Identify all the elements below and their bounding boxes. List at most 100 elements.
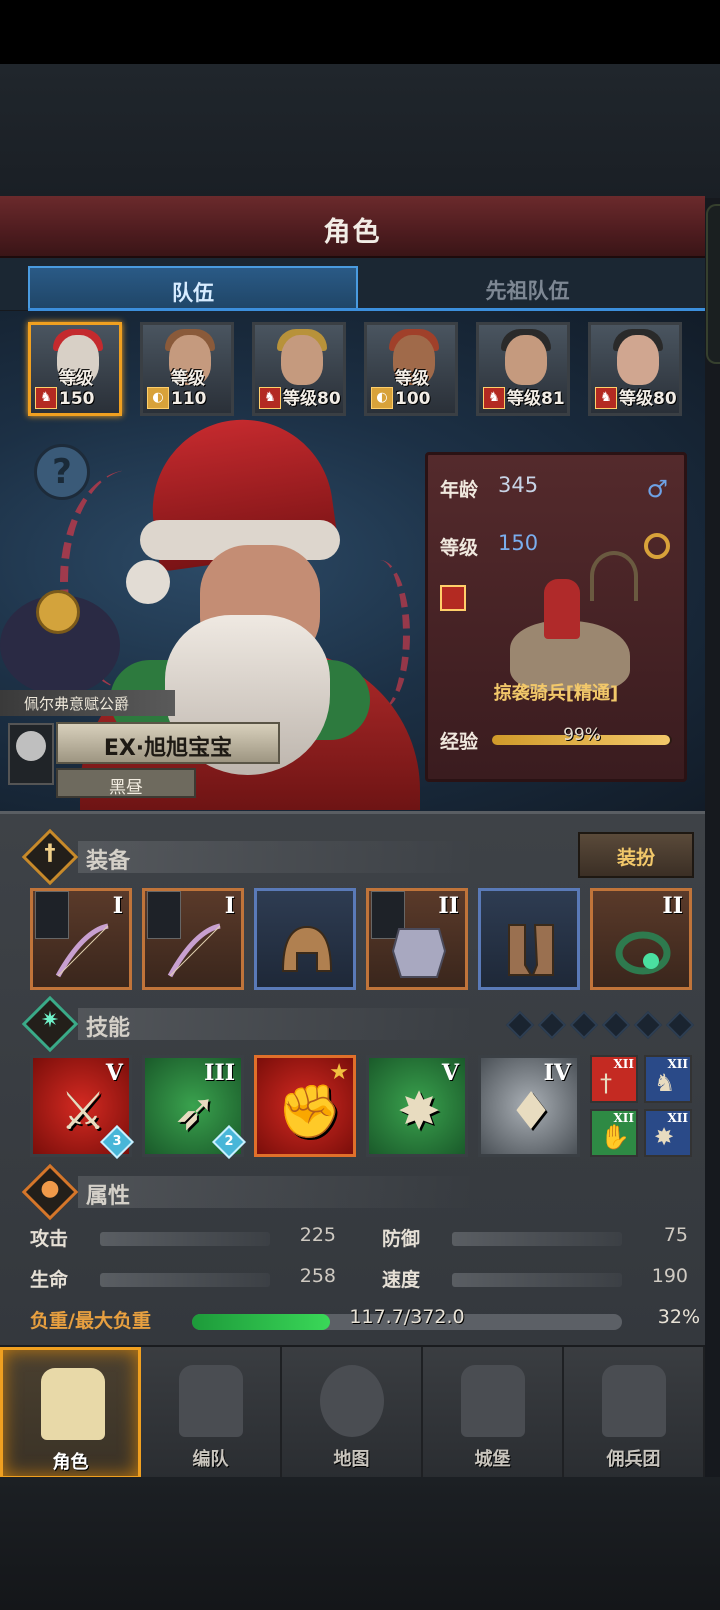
cavalry-class-icon: ♞	[259, 387, 281, 409]
party-member-3[interactable]: ♞ 等级80	[252, 322, 346, 416]
title-bar: 角色	[0, 196, 705, 258]
passive-tier: XII	[613, 1057, 634, 1071]
party-member-4[interactable]: ◐ 等级100	[364, 322, 458, 416]
equip-slot-weapon-2[interactable]: I	[142, 888, 244, 990]
passive-skill-3[interactable]: ✋ XII	[590, 1109, 638, 1157]
skill-slot-1[interactable]: ⚔ V 3	[30, 1055, 134, 1159]
equip-slot-boots[interactable]	[478, 888, 580, 990]
header-band	[78, 841, 478, 873]
party-member-level: 等级80	[283, 389, 341, 409]
stat-bar	[100, 1232, 270, 1246]
nav-label: 编队	[192, 1449, 229, 1470]
skill-slot-2[interactable]: ➶ III 2	[142, 1055, 246, 1159]
skill-slot-3[interactable]: ✊ ★	[254, 1055, 356, 1157]
header-band	[78, 1176, 478, 1208]
tab-team[interactable]: 队伍	[28, 266, 358, 310]
party-portraits: ♞ 等级150 ◐ 等级110 ♞ 等级80 ◐ 等级100 ♞ 等级81 ♞ …	[28, 322, 698, 416]
side-drawer-tab[interactable]	[706, 204, 720, 364]
shield-class-icon: ◐	[371, 387, 393, 409]
party-member-2[interactable]: ◐ 等级110	[140, 322, 234, 416]
tab-ancestor-team[interactable]: 先祖队伍	[360, 266, 695, 310]
face	[281, 335, 323, 385]
guild-banner-icon	[8, 723, 54, 785]
compass-map-icon	[320, 1365, 384, 1437]
armor-icon	[391, 928, 447, 978]
cavalry-class-icon	[440, 585, 466, 611]
sword-icon: †	[600, 1069, 612, 1097]
stat-label: 生命	[30, 1269, 69, 1291]
nav-mercenary[interactable]: 佣兵团	[564, 1347, 705, 1479]
cavalry-class-icon: ♞	[483, 387, 505, 409]
nav-character[interactable]: 角色	[0, 1347, 141, 1479]
nav-formation[interactable]: 编队	[141, 1347, 282, 1479]
rider	[544, 579, 580, 639]
bow-icon	[167, 923, 221, 978]
age-label: 年龄	[440, 479, 479, 501]
skill-tier: V	[441, 1060, 459, 1086]
gem-slot-icon	[665, 1010, 695, 1040]
nav-label: 角色	[52, 1452, 89, 1473]
skills-label: 技能	[86, 1016, 131, 1041]
stat-bar	[452, 1273, 622, 1287]
party-member-5[interactable]: ♞ 等级81	[476, 322, 570, 416]
gem-slot-icon	[569, 1010, 599, 1040]
nav-map[interactable]: 地图	[282, 1347, 423, 1479]
nav-label: 城堡	[474, 1449, 511, 1470]
equip-slot-ring[interactable]: II	[590, 888, 692, 990]
sword-strike-icon: ⚔	[59, 1082, 107, 1142]
cavalry-class-icon: ♞	[595, 387, 617, 409]
face	[505, 335, 547, 385]
passive-skill-1[interactable]: † XII	[590, 1055, 638, 1103]
bow-shot-icon: ➶	[173, 1082, 217, 1142]
party-member-level: 等级150	[59, 369, 95, 409]
castle-icon	[461, 1365, 525, 1437]
star-burst-icon: ✷	[40, 1008, 60, 1033]
skill-level: 3	[112, 1134, 122, 1149]
age-value: 345	[498, 473, 539, 497]
hero-name[interactable]: EX·旭旭宝宝	[56, 722, 280, 764]
xp-value: 99%	[563, 725, 601, 745]
party-member-level: 等级81	[507, 389, 565, 409]
level-label: 等级	[440, 537, 479, 559]
tier-numeral: II	[438, 893, 459, 919]
stat-bar	[100, 1273, 270, 1287]
sword-icon: †	[44, 841, 56, 866]
dress-up-button[interactable]: 装扮	[578, 832, 694, 878]
hero-title: 佩尔弗意赋公爵	[0, 690, 175, 716]
star-icon: ★	[329, 1060, 349, 1085]
equipment-label: 装备	[86, 849, 131, 874]
party-member-level: 等级100	[395, 369, 431, 409]
passive-skill-2[interactable]: ♞ XII	[644, 1055, 692, 1103]
passive-skill-4[interactable]: ✸ XII	[644, 1109, 692, 1157]
nav-castle[interactable]: 城堡	[423, 1347, 564, 1479]
hero-guild[interactable]: 黑昼	[56, 768, 196, 798]
crystal-burst-icon: ✸	[397, 1082, 441, 1142]
unit-name: 掠袭骑兵[精通]	[493, 683, 619, 704]
equip-slot-helmet[interactable]	[254, 888, 356, 990]
horse-icon: ♞	[654, 1069, 676, 1097]
team-tabs: 队伍 先祖队伍	[0, 258, 705, 310]
antler	[590, 551, 638, 601]
knight-icon	[41, 1368, 105, 1440]
stat-label: 速度	[382, 1269, 421, 1291]
male-icon: ♂	[646, 475, 668, 503]
stat-value: 75	[663, 1224, 688, 1246]
cavalry-class-icon: ♞	[35, 387, 57, 409]
face	[617, 335, 659, 385]
party-member-level: 等级80	[619, 389, 677, 409]
skill-slot-5[interactable]: ♦ IV	[478, 1055, 580, 1157]
party-member-6[interactable]: ♞ 等级80	[588, 322, 682, 416]
tier-numeral: I	[224, 893, 235, 919]
load-percent: 32%	[657, 1306, 700, 1328]
party-member-1[interactable]: ♞ 等级150	[28, 322, 122, 416]
equip-slot-armor[interactable]: II	[366, 888, 468, 990]
equip-slot-weapon-1[interactable]: I	[30, 888, 132, 990]
person-icon: ●	[40, 1176, 60, 1201]
passive-tier: XII	[667, 1057, 688, 1071]
skill-slot-4[interactable]: ✸ V	[366, 1055, 468, 1157]
gem-slot-icon	[601, 1010, 631, 1040]
nav-label: 地图	[333, 1449, 370, 1470]
tier-numeral: II	[662, 893, 683, 919]
passive-tier: XII	[613, 1111, 634, 1125]
gem-slot-icon	[633, 1010, 663, 1040]
